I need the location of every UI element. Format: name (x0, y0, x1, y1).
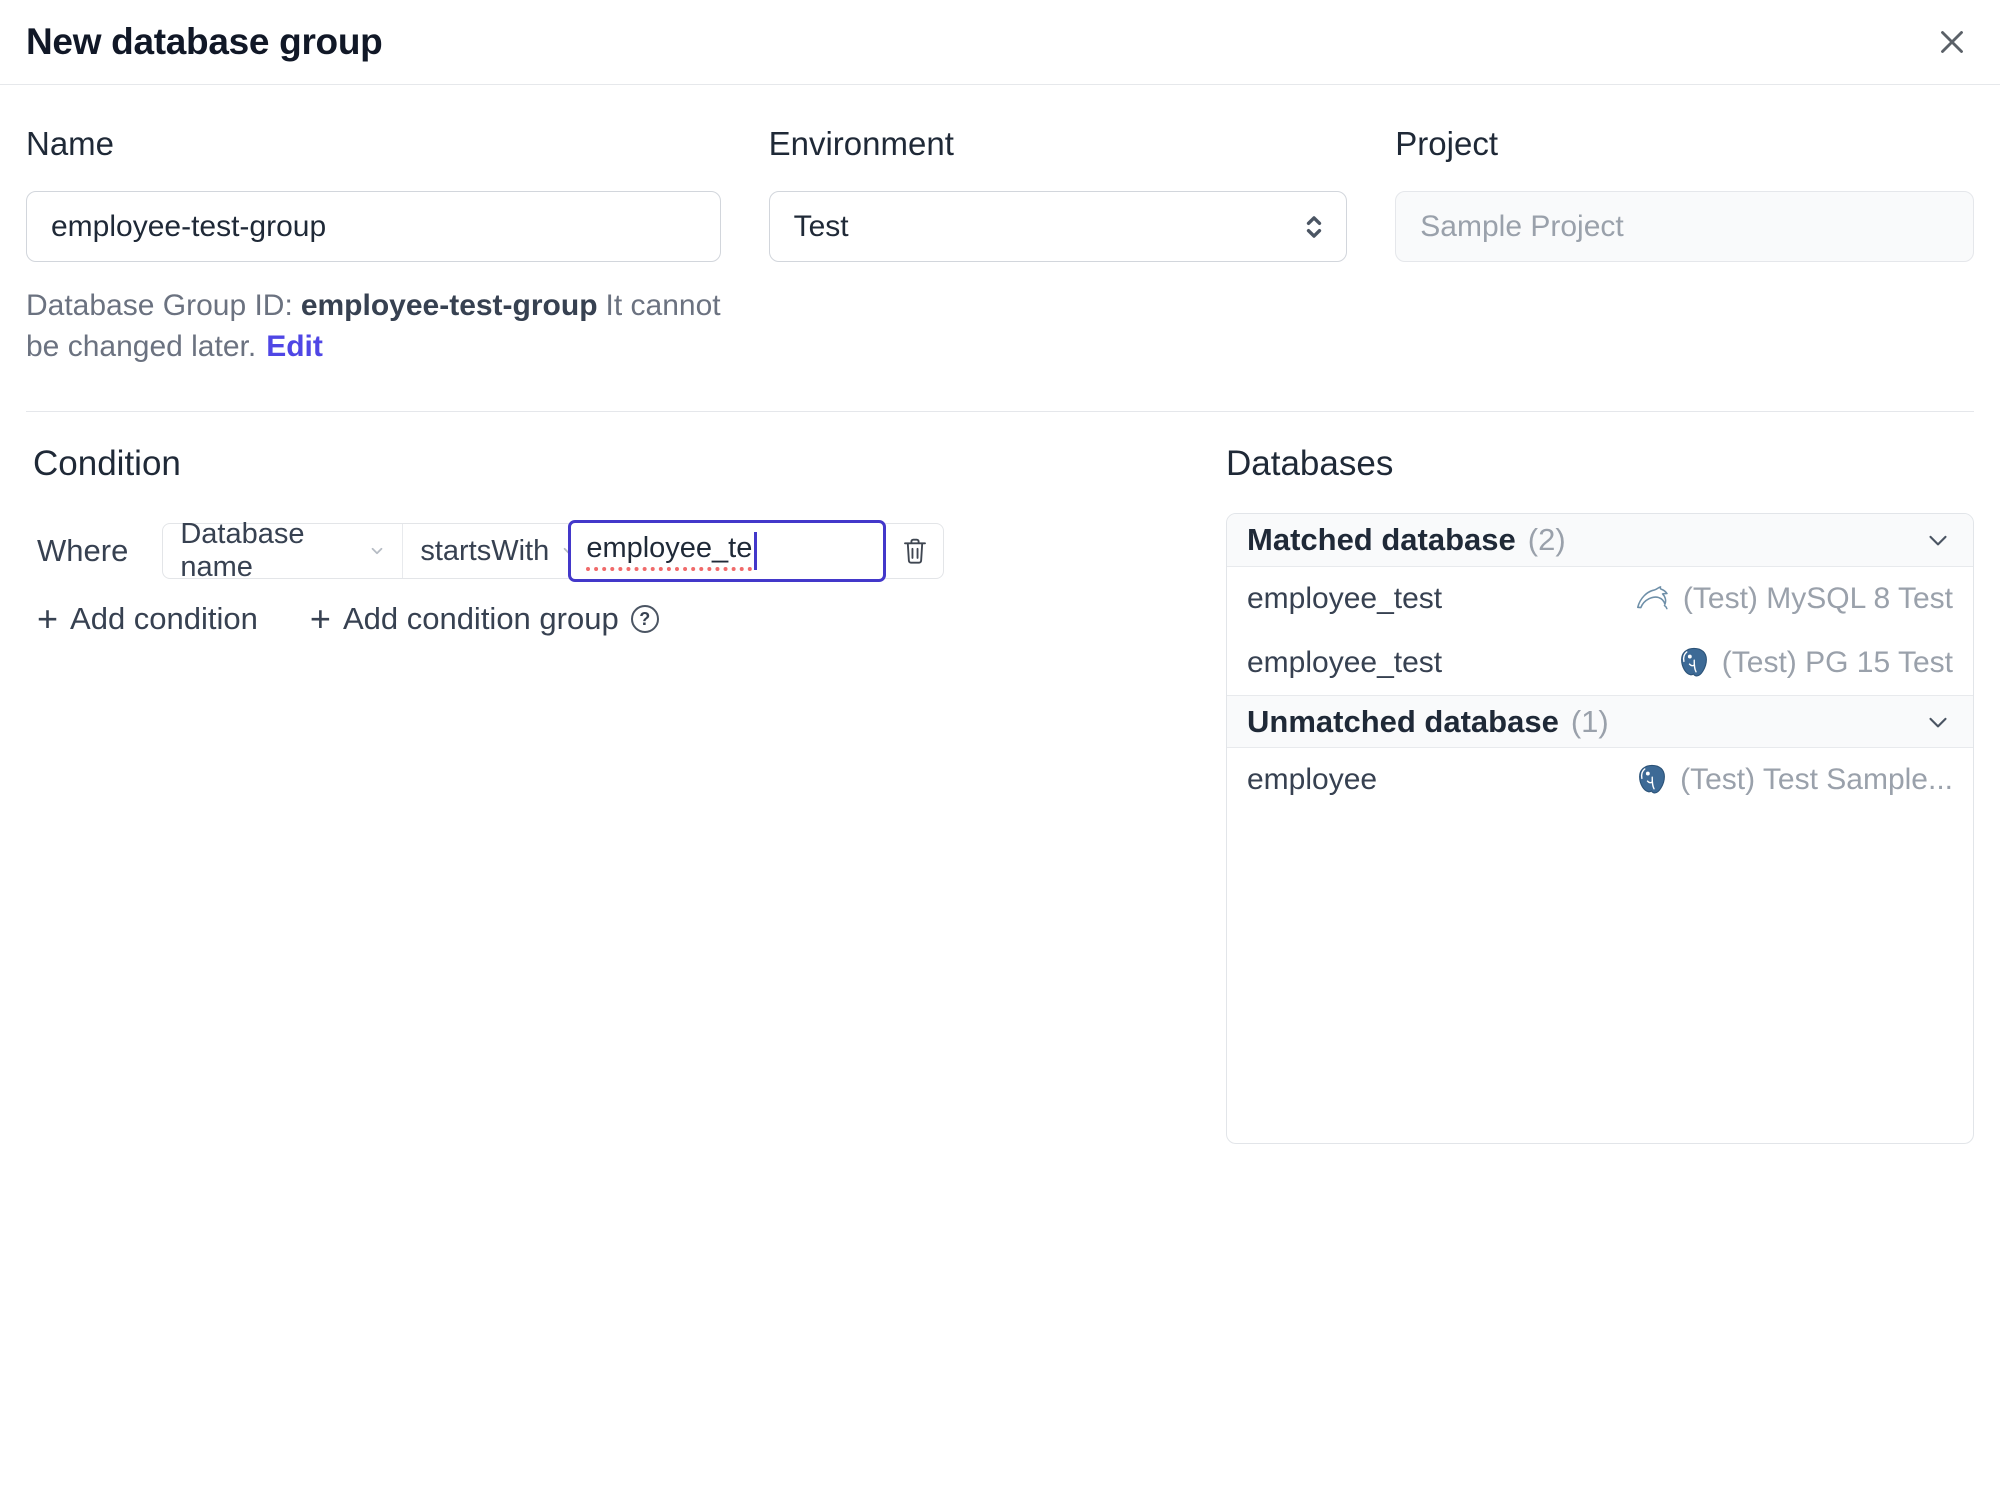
condition-factor-dropdown[interactable]: Database name (163, 518, 404, 583)
plus-icon: + (37, 598, 59, 639)
project-label: Project (1395, 125, 1499, 162)
environment-label: Environment (768, 125, 954, 162)
edit-group-id-link[interactable]: Edit (266, 330, 323, 363)
add-condition-button[interactable]: + Add condition (37, 601, 258, 637)
project-field-group: Project Sample Project (1395, 125, 1974, 367)
database-name: employee_test (1247, 646, 1443, 679)
condition-value-input[interactable]: employee_te (568, 520, 887, 582)
where-label: Where (37, 533, 129, 568)
condition-row: Where Database name startsWith employee_… (37, 518, 945, 583)
condition-actions: + Add condition + Add condition group ? (37, 601, 659, 637)
trash-icon (899, 534, 931, 568)
project-input[interactable]: Sample Project (1395, 191, 1974, 262)
name-label: Name (26, 125, 115, 162)
databases-heading: Databases (1226, 444, 1394, 483)
page-title: New database group (26, 21, 383, 62)
database-instance: (Test) PG 15 Test (1676, 644, 1953, 682)
close-icon (1933, 23, 1971, 61)
mysql-icon (1631, 580, 1673, 618)
add-condition-label: Add condition (70, 601, 258, 636)
delete-condition-button[interactable] (887, 524, 943, 578)
condition-expression-group: Database name startsWith employee_te (162, 518, 945, 583)
database-name: employee (1247, 763, 1378, 796)
new-database-group-dialog: New database group Name Database Group I… (0, 0, 2000, 1500)
matched-database-section-header[interactable]: Matched database (2) (1227, 514, 1973, 567)
unmatched-database-count: (1) (1570, 703, 1609, 739)
database-name: employee_test (1247, 582, 1443, 615)
environment-field-group: Environment Test (768, 125, 1348, 367)
database-instance-label: (Test) MySQL 8 Test (1682, 582, 1953, 615)
chevron-down-icon (1923, 525, 1953, 555)
table-row: employee_test (Test) PG 15 Test (1227, 631, 1973, 695)
matched-database-title: Matched database (1247, 522, 1516, 557)
postgresql-icon (1676, 644, 1712, 682)
chevron-down-icon (1923, 707, 1953, 737)
plus-icon: + (309, 598, 331, 639)
help-icon[interactable]: ? (630, 605, 659, 633)
condition-operator-value: startsWith (420, 534, 550, 567)
table-row: employee_test (Test) MySQL 8 Test (1227, 567, 1973, 631)
unmatched-database-section-header[interactable]: Unmatched database (1) (1227, 695, 1973, 748)
database-instance-label: (Test) PG 15 Test (1721, 646, 1953, 679)
matched-database-count: (2) (1527, 522, 1566, 557)
condition-operator-dropdown[interactable]: startsWith (403, 524, 575, 578)
add-condition-group-label: Add condition group (342, 601, 619, 636)
group-id-value: employee-test-group (300, 289, 598, 322)
postgresql-icon (1634, 761, 1670, 799)
group-id-suffix2: be changed later. (26, 330, 257, 363)
select-updown-icon (1299, 210, 1329, 244)
group-id-note: Database Group ID: employee-test-group It … (26, 285, 721, 367)
unmatched-database-title: Unmatched database (1247, 703, 1559, 739)
environment-selected-value: Test (768, 191, 1348, 262)
group-form: Name Database Group ID:employee-test-gro… (26, 85, 1974, 367)
name-input[interactable] (26, 191, 721, 262)
close-button[interactable] (1930, 20, 1974, 64)
name-field-group: Name Database Group ID:employee-test-gro… (26, 125, 721, 367)
group-id-line2: be changed later. Edit (26, 326, 721, 367)
condition-heading: Condition (33, 444, 181, 483)
database-instance-label: (Test) Test Sample... (1680, 763, 1953, 796)
group-id-line1: Database Group ID: employee-test-group It … (26, 285, 721, 326)
table-row: employee (Test) Test Sample... (1227, 748, 1973, 812)
group-id-prefix: Database Group ID: (26, 289, 293, 322)
databases-panel: Matched database (2) employee_test (Test… (1226, 513, 1974, 1144)
environment-select[interactable]: Test (768, 191, 1348, 262)
chevron-down-icon (367, 541, 387, 561)
dialog-header: New database group (0, 0, 2000, 85)
add-condition-group-button[interactable]: + Add condition group ? (310, 601, 659, 637)
database-instance: (Test) Test Sample... (1634, 761, 1953, 799)
condition-value-text: employee_te (586, 532, 753, 571)
group-id-suffix1: It cannot (605, 289, 721, 322)
database-instance: (Test) MySQL 8 Test (1631, 580, 1953, 618)
condition-factor-value: Database name (180, 518, 305, 583)
text-cursor (754, 532, 758, 570)
section-divider (26, 411, 1974, 412)
